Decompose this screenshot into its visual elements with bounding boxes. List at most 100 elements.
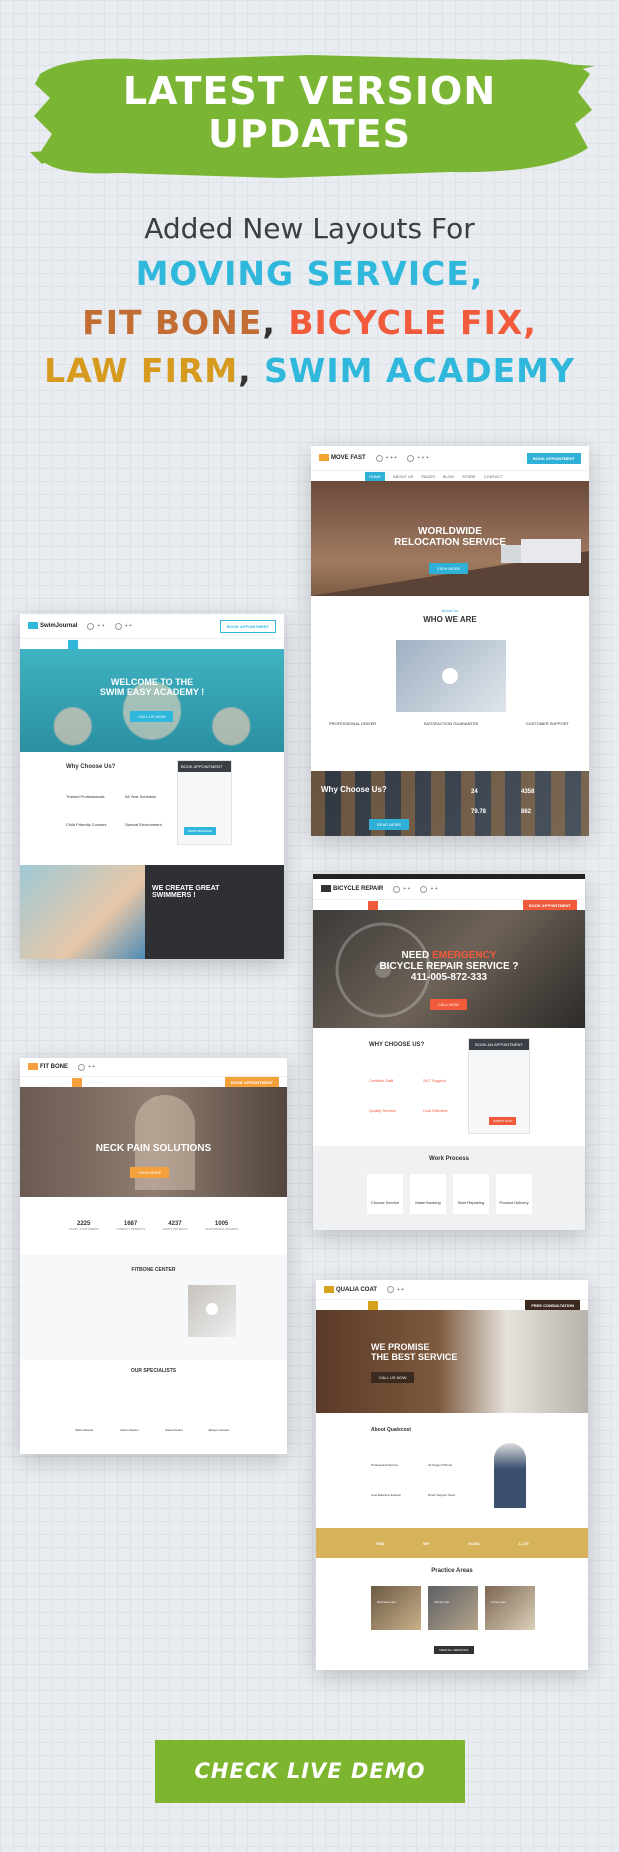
law-area-3[interactable]: Crime Law — [485, 1586, 535, 1630]
bicycle-step-4: Product Delivery — [496, 1174, 532, 1214]
swim-logo-text: SwimJournal — [40, 623, 78, 630]
fitbone-person-3: Saeed Alnam — [165, 1428, 183, 1432]
law-stat-2: 95+ — [423, 1540, 430, 1546]
swim-send-button[interactable]: SEND MESSAGE — [184, 827, 217, 835]
bicycle-hero-emergency: EMERGENCY — [432, 950, 497, 961]
moving-nav-home[interactable]: HOME — [365, 471, 385, 481]
law-stat-3: 94.8% — [468, 1540, 480, 1546]
phone-icon — [387, 1286, 394, 1293]
fitbone-stat-1: 2225 HAPPY CUSTOMERS — [69, 1221, 99, 1231]
fitbone-stat-2-label: THERAPY PATIENTS — [115, 1227, 146, 1231]
moving-features: PROFESSIONAL DRIVER SATISFACTION GUARANT… — [329, 721, 569, 726]
moving-service-preview[interactable]: MOVE FAST + + + + + + BOOK APPOINTMENT H… — [311, 446, 589, 836]
bicycle-process: Work Process Choose Service Make Booking… — [313, 1146, 585, 1230]
law-firm-preview[interactable]: QUALIA COAT + + · · · FREE CONSULTATION WE … — [316, 1280, 588, 1670]
phone-icon — [87, 622, 95, 630]
play-icon[interactable] — [206, 1303, 218, 1315]
law-contact-1: + + — [387, 1286, 404, 1293]
layouts-line-1: MOVING SERVICE, — [0, 254, 619, 293]
bicycle-why-title: WHY CHOOSE US? — [369, 1042, 425, 1048]
fitbone-stat-1-label: HAPPY CUSTOMERS — [68, 1227, 99, 1231]
moving-nav-contact[interactable]: CONTACT — [484, 474, 503, 479]
fitbone-contact-1: + + — [78, 1063, 95, 1071]
clock-icon — [420, 885, 428, 893]
fitbone-video-thumb[interactable] — [188, 1285, 236, 1337]
bicycle-item-3: Quality Service — [369, 1108, 396, 1113]
swim-hero-title-1: WELCOME TO THE — [110, 677, 194, 687]
moving-nav-store[interactable]: STORE — [462, 474, 476, 479]
fitbone-cta-button[interactable]: BOOK APPOINTMENT — [224, 1076, 279, 1088]
moving-read-more[interactable]: READ MORE — [369, 819, 410, 830]
fitbone-logo-text: FIT BONE — [40, 1064, 68, 1071]
fitbone-hero: NECK PAIN SOLUTIONS VIEW MORE — [20, 1087, 287, 1197]
layout-name-segment: , — [262, 303, 289, 342]
law-hero-title-2: THE BEST SERVICE — [371, 1352, 458, 1362]
swim-great-title: WE CREATE GREAT SWIMMERS ! — [152, 885, 219, 899]
law-stats: 7686 95+ 94.8% 1,175 — [316, 1528, 588, 1558]
bicycle-logo-text: BICYCLE REPAIR — [333, 886, 384, 893]
swim-book-title: BOOK APPOINTMENT — [178, 761, 231, 772]
law-nav: · · · FREE CONSULTATION — [316, 1299, 588, 1311]
swim-hero-button[interactable]: CALL US NOW — [130, 711, 174, 722]
moving-about: About Us WHO WE ARE PROFESSIONAL DRIVER … — [311, 596, 589, 771]
swim-great-title-1: WE CREATE GREAT — [152, 885, 220, 892]
bicycle-why: WHY CHOOSE US? Certified Staff 24/7 Supp… — [313, 1028, 585, 1146]
bicycle-hero-button[interactable]: CALL NOW — [430, 999, 467, 1010]
fitbone-stat-4-label: TESTIMONIAL AWARDS — [204, 1227, 239, 1231]
bicycle-cta-button[interactable]: BOOK APPOINTMENT — [522, 899, 577, 911]
law-area-2[interactable]: Family Law — [428, 1586, 478, 1630]
swimmer-icon — [28, 622, 38, 630]
moving-hero-title: WORLDWIDE RELOCATION SERVICE — [311, 526, 589, 548]
law-logo-text: QUALIA COAT — [336, 1287, 377, 1294]
law-area-1[interactable]: Business Law — [371, 1586, 421, 1630]
law-area-2-label: Family Law — [434, 1600, 450, 1604]
moving-video-thumb[interactable] — [396, 640, 506, 712]
law-header: QUALIA COAT + + — [316, 1280, 588, 1299]
law-hero: WE PROMISE THE BEST SERVICE CALL US NOW — [316, 1310, 588, 1413]
fitbone-hero-title: NECK PAIN SOLUTIONS — [95, 1143, 212, 1154]
moving-cta-button[interactable]: BOOK APPOINTMENT — [526, 452, 581, 464]
bicycle-fix-preview[interactable]: BICYCLE REPAIR + + + + · · · BOOK APPOINTME… — [313, 874, 585, 1230]
moving-header: MOVE FAST + + + + + + BOOK APPOINTMENT — [311, 446, 589, 470]
moving-hero-button[interactable]: VIEW MORE — [429, 563, 469, 574]
swim-academy-preview[interactable]: SwimJournal + + + + BOOK APPOINTMENT · · ·… — [20, 614, 284, 959]
layout-name-segment: MOVING SERVICE, — [135, 254, 484, 293]
moving-hero-title-2: RELOCATION SERVICE — [394, 537, 506, 548]
fitbone-hero-button[interactable]: VIEW MORE — [130, 1167, 170, 1178]
layout-name-segment: SWIM ACADEMY — [264, 351, 575, 390]
moving-nav-blog[interactable]: BLOG — [443, 474, 454, 479]
swim-booking-form: BOOK APPOINTMENT SEND MESSAGE — [177, 760, 232, 845]
check-live-demo-button[interactable]: CHECK LIVE DEMO — [155, 1740, 465, 1803]
swim-item-2: All Year Schedule — [125, 794, 157, 799]
truck-icon — [319, 454, 329, 462]
fitbone-person-2: Antom Aleden — [120, 1428, 139, 1432]
bicycle-hero-title: NEED EMERGENCY BICYCLE REPAIR SERVICE ? 41… — [313, 950, 585, 983]
fit-bone-preview[interactable]: FIT BONE + + · · · BOOK APPOINTMENT NECK PA… — [20, 1058, 287, 1454]
bicycle-logo: BICYCLE REPAIR — [321, 885, 384, 893]
law-cta-button[interactable]: FREE CONSULTATION — [525, 1299, 580, 1311]
swim-hero: WELCOME TO THE SWIM EASY ACADEMY ! CALL U… — [20, 649, 284, 752]
law-hero-button[interactable]: CALL US NOW — [371, 1372, 415, 1383]
swim-great-title-2: SWIMMERS ! — [152, 892, 196, 899]
moving-logo: MOVE FAST — [319, 454, 366, 462]
fitbone-person-1: Sabin Alsowa — [75, 1428, 94, 1432]
moving-contact-1: + + + — [375, 454, 397, 462]
bicycle-submit-button[interactable]: SUBMIT NOW — [489, 1117, 517, 1125]
moving-contact-2: + + + — [407, 454, 429, 462]
layout-name-segment: FIT BONE — [82, 303, 263, 342]
swim-cta-button[interactable]: BOOK APPOINTMENT — [219, 619, 276, 633]
fitbone-center-title: FITBONE CENTER — [131, 1267, 176, 1273]
moving-nav-about[interactable]: ABOUT US — [393, 474, 413, 479]
swim-hero-title: WELCOME TO THE SWIM EASY ACADEMY ! — [20, 677, 284, 697]
swim-contact-1: + + — [87, 622, 105, 630]
law-view-all-button[interactable]: VIEW ALL SERVICES — [434, 1646, 474, 1654]
law-hero-title-1: WE PROMISE — [371, 1342, 430, 1352]
moving-nav-pages[interactable]: PAGES — [421, 474, 435, 479]
moving-feature-2: SATISFACTION GUARANTEE — [423, 721, 479, 726]
moving-hero: WORLDWIDE RELOCATION SERVICE VIEW MORE — [311, 481, 589, 596]
play-icon[interactable] — [442, 668, 458, 684]
law-item-2: 24 Support Phone — [428, 1463, 453, 1467]
moving-why: Why Choose Us? 24 4358 79.78 862 READ MO… — [311, 771, 589, 836]
bicycle-hero-phone: 411-005-872-333 — [410, 972, 488, 983]
moving-stat-3: 79.78 — [471, 809, 487, 815]
